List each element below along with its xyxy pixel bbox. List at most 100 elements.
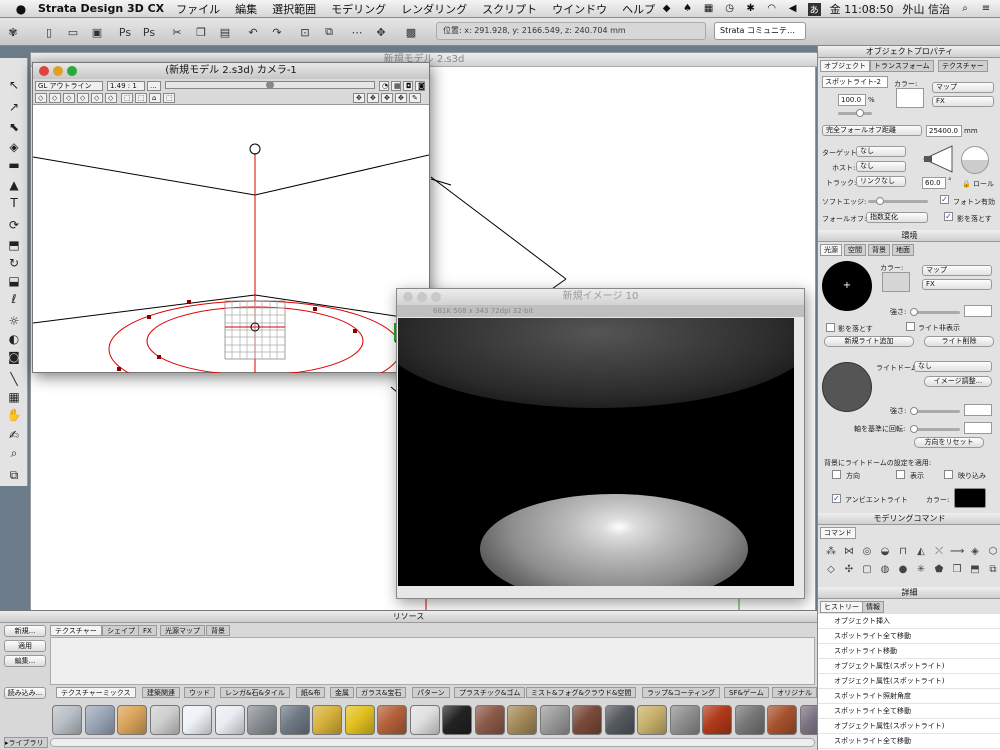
menu-file[interactable]: ファイル [176, 1, 220, 17]
menu-help[interactable]: ヘルプ [622, 1, 655, 17]
cut-icon[interactable]: ✂ [168, 23, 186, 41]
lathe-tool-icon[interactable]: ⟳ [5, 216, 23, 234]
menu-edit[interactable]: 編集 [235, 1, 257, 17]
minimize-button-icon[interactable] [53, 66, 63, 76]
view-persp-icon[interactable]: ⬚ [135, 93, 147, 103]
wifi-icon[interactable]: ◠ [766, 3, 778, 15]
object-name-field[interactable]: スポットライト-2 [822, 76, 888, 88]
cmd-deform-icon[interactable]: ⬟ [932, 564, 946, 576]
rotate-view-icon[interactable]: ✥ [367, 93, 379, 103]
intensity-slider[interactable] [838, 109, 872, 117]
text-tool-icon[interactable]: T [5, 194, 23, 212]
render-region-tool-icon[interactable]: ⧉ [5, 466, 23, 484]
scale-tool-icon[interactable]: ⬓ [5, 272, 23, 290]
cone-angle-field[interactable]: 60.0 [922, 177, 946, 189]
cube-tool-icon[interactable]: ◈ [5, 138, 23, 156]
user-name[interactable]: 外山 信治 [903, 1, 951, 17]
evernote-icon[interactable]: ♠ [682, 3, 694, 15]
pan-view-icon[interactable]: ✥ [381, 93, 393, 103]
photoshop-export-icon[interactable]: Ps [116, 23, 134, 41]
reset-direction-button[interactable]: 方向をリセット [914, 437, 984, 448]
dropbox-icon[interactable]: ◆ [661, 3, 673, 15]
render-window-titlebar[interactable]: 新規イメージ 10 [397, 289, 804, 305]
env-map-select[interactable]: マップ [922, 265, 992, 276]
light-preview-sphere[interactable]: + [822, 261, 872, 311]
swatch-scrollbar[interactable] [50, 738, 815, 747]
scale-more-button[interactable]: ... [147, 81, 161, 91]
view-grid-icon[interactable]: ▦ [391, 81, 401, 91]
path-tool-icon[interactable]: ℓ [5, 290, 23, 308]
texture-swatch[interactable] [442, 705, 472, 735]
view-back-icon[interactable]: ◇ [77, 93, 89, 103]
bluetooth-icon[interactable]: ✱ [745, 3, 757, 15]
axis-rotate-slider[interactable] [910, 425, 960, 433]
texture-swatch[interactable] [312, 705, 342, 735]
view-bottom-icon[interactable]: ◇ [49, 93, 61, 103]
render-mode-select[interactable]: GL アウトライン [35, 81, 103, 91]
light-dome-select[interactable]: なし [914, 361, 992, 372]
cmd-smooth-icon[interactable]: ◇ [824, 564, 838, 576]
tab-transform[interactable]: トランスフォーム [870, 60, 934, 72]
view-iso-icon[interactable]: ⬚ [121, 93, 133, 103]
texture-swatch[interactable] [539, 705, 570, 735]
move-view-icon[interactable]: ✥ [353, 93, 365, 103]
falloff-distance-select[interactable]: 完全フォールオフ距離 [822, 125, 922, 136]
tab-space[interactable]: 空間 [844, 244, 866, 256]
history-item[interactable]: スポットライト照射角度 [818, 689, 1000, 704]
texture-swatch[interactable] [117, 705, 147, 735]
volume-icon[interactable]: ◀ [787, 3, 799, 15]
ambient-checkbox[interactable]: ✓ [832, 494, 841, 503]
cmd-boolean-icon[interactable]: ✣ [842, 564, 856, 576]
extrude-tool-icon[interactable]: ⬒ [5, 236, 23, 254]
delete-light-button[interactable]: ライト削除 [924, 336, 994, 347]
dolly-view-icon[interactable]: ✥ [395, 93, 407, 103]
cmd-array-icon[interactable]: ⁂ [824, 546, 838, 558]
hand-tool-icon[interactable]: ✋ [5, 406, 23, 424]
camera-tool-icon[interactable]: ◙ [5, 348, 23, 366]
texture-swatch[interactable] [52, 705, 82, 735]
cmd-twist-icon[interactable]: ⤬ [932, 546, 946, 558]
reshape-tool-icon[interactable]: ⬉ [5, 118, 23, 136]
copy-icon[interactable]: ❐ [192, 23, 210, 41]
undo-icon[interactable]: ↶ [244, 23, 262, 41]
cmd-explode-icon[interactable]: ✳ [914, 564, 928, 576]
history-item[interactable]: オブジェクト属性(スポットライト) [818, 719, 1000, 734]
direction-checkbox[interactable] [832, 470, 841, 479]
cmd-loft-icon[interactable]: ◈ [968, 546, 982, 558]
texture-swatch[interactable] [637, 705, 667, 735]
dome-strength-slider[interactable] [910, 407, 960, 415]
landscape-tool-icon[interactable]: ▲ [5, 176, 23, 194]
view-slider[interactable] [165, 81, 375, 89]
history-item[interactable]: オブジェクト挿入 [818, 614, 1000, 629]
host-select[interactable]: なし [856, 161, 906, 172]
spotlight-tool-icon[interactable]: ◐ [5, 330, 23, 348]
env-fx-select[interactable]: FX [922, 279, 992, 290]
texture-swatch[interactable] [149, 705, 180, 735]
view-left-icon[interactable]: ◇ [91, 93, 103, 103]
soft-edge-slider[interactable] [868, 197, 928, 205]
menu-window[interactable]: ウインドウ [552, 1, 607, 17]
photoshop-open-icon[interactable]: Ps [140, 23, 158, 41]
tab-commands[interactable]: コマンド [820, 527, 856, 539]
grid-icon[interactable]: ⋯ [348, 23, 366, 41]
close-button-icon[interactable] [39, 66, 49, 76]
group-icon[interactable]: ⧉ [320, 23, 338, 41]
new-file-icon[interactable]: ▯ [40, 23, 58, 41]
env-strength-field[interactable] [964, 305, 992, 317]
cmd-cube-icon[interactable]: ❒ [950, 564, 964, 576]
history-item[interactable]: オブジェクト属性(スポットライト) [818, 659, 1000, 674]
cmd-bevel-icon[interactable]: ◒ [878, 546, 892, 558]
cmd-round-icon[interactable]: ◎ [860, 546, 874, 558]
env-color-swatch[interactable] [882, 272, 910, 292]
cast-shadow-checkbox[interactable] [826, 323, 835, 332]
open-file-icon[interactable]: ▭ [64, 23, 82, 41]
render-zoom-icon[interactable] [431, 292, 441, 302]
render-minimize-icon[interactable] [417, 292, 427, 302]
texture-swatch[interactable] [702, 705, 732, 735]
show-checkbox[interactable] [896, 470, 905, 479]
texture-swatch[interactable] [604, 705, 635, 735]
texture-swatch[interactable] [409, 705, 440, 735]
line-tool-icon[interactable]: ╲ [5, 370, 23, 388]
spot-cone-icon[interactable] [922, 144, 954, 174]
roll-dial[interactable] [961, 146, 989, 174]
